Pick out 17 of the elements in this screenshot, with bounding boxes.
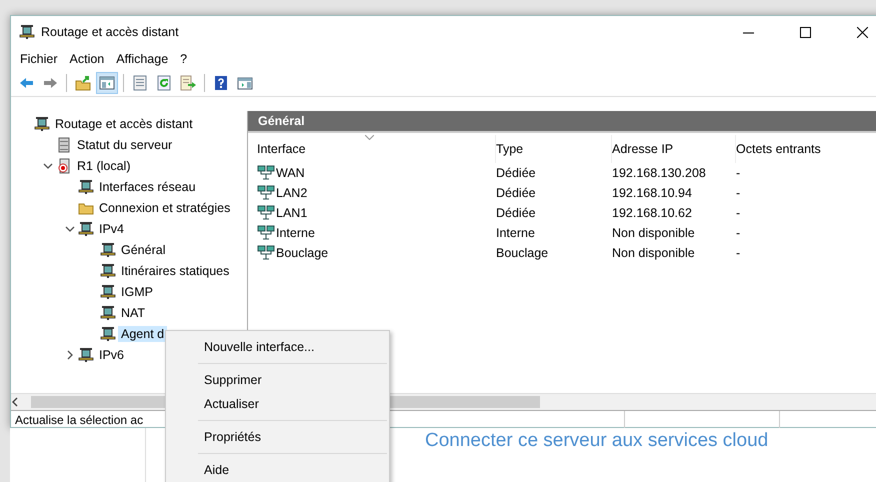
table-cell-text: - [736,205,742,222]
table-cell-text: - [736,185,742,202]
table-cell-text: - [736,165,742,182]
table-cell-text: 192.168.10.94 [612,185,693,202]
pane-title: Général [258,114,305,128]
table-cell-text: Dédiée [496,205,537,222]
table-cell-text: Non disponible [612,225,696,242]
window-title: Routage et accès distant [41,25,180,39]
table-cell-text: Dédiée [496,185,537,202]
table-cell-text: Non disponible [612,245,696,262]
table-cell-text: Interne [496,225,536,242]
table-cell-text: - [736,245,742,262]
table-cell-text: 192.168.10.62 [612,205,693,222]
table-cell-text: - [736,225,742,242]
table-cell-text: Bouclage [496,245,550,262]
table-cell-text: 192.168.130.208 [612,165,707,182]
table-cell-text: Dédiée [496,165,537,182]
